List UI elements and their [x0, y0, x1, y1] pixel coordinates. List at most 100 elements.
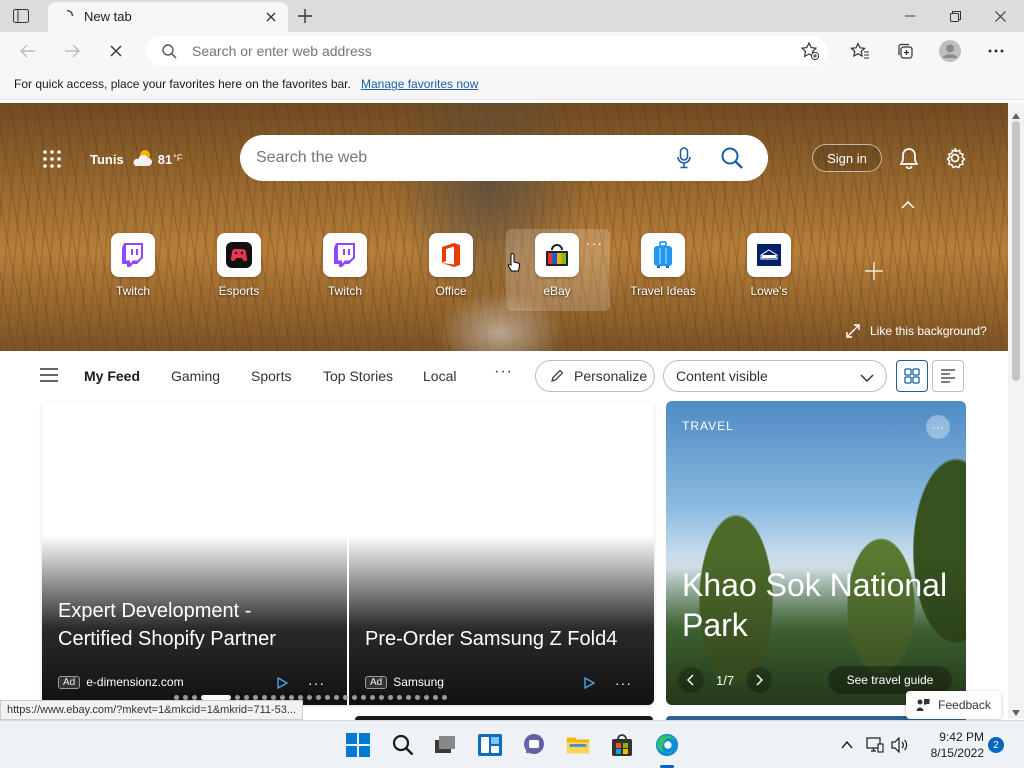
profile-avatar-icon[interactable]: [938, 39, 962, 63]
web-search-input[interactable]: [256, 135, 656, 181]
ad-more-options[interactable]: ···: [615, 675, 632, 691]
carousel-dot[interactable]: [235, 694, 240, 700]
adchoices-icon[interactable]: [583, 676, 596, 690]
tab-new-tab[interactable]: New tab: [48, 2, 288, 32]
carousel-dot[interactable]: [262, 694, 267, 700]
tab-gaming[interactable]: Gaming: [171, 368, 220, 384]
carousel-dot[interactable]: [406, 694, 411, 700]
web-search-box[interactable]: [240, 135, 768, 181]
close-window-icon[interactable]: [980, 4, 1020, 28]
microphone-icon[interactable]: [677, 147, 691, 172]
tab-actions-icon[interactable]: [10, 6, 32, 26]
search-submit-icon[interactable]: [720, 146, 744, 173]
volume-icon[interactable]: [891, 736, 909, 754]
task-view-icon[interactable]: [433, 733, 457, 757]
scroll-down-icon[interactable]: [1012, 704, 1020, 719]
feedback-button[interactable]: Feedback: [906, 691, 1001, 719]
close-tab-icon[interactable]: [262, 8, 280, 26]
carousel-dot[interactable]: [201, 694, 231, 700]
list-view-button[interactable]: [932, 360, 964, 392]
scroll-up-icon[interactable]: [1012, 107, 1020, 122]
microsoft-store-icon[interactable]: [610, 733, 634, 757]
carousel-dot[interactable]: [271, 694, 276, 700]
teams-chat-icon[interactable]: [522, 733, 546, 757]
carousel-dot[interactable]: [289, 694, 294, 700]
forward-icon[interactable]: [60, 39, 84, 63]
notification-count-badge[interactable]: 2: [988, 737, 1004, 753]
carousel-dot[interactable]: [388, 694, 393, 700]
restore-icon[interactable]: [935, 4, 975, 28]
personalize-button[interactable]: Personalize: [535, 360, 655, 392]
carousel-dot[interactable]: [343, 694, 348, 700]
carousel-dot[interactable]: [397, 694, 402, 700]
ad-shopify-partner[interactable]: Expert Development - Certified Shopify P…: [42, 401, 348, 705]
settings-more-icon[interactable]: [984, 39, 1008, 63]
quick-link-office[interactable]: Office: [406, 233, 496, 298]
page-settings-gear-icon[interactable]: [944, 147, 966, 172]
taskbar-clock[interactable]: 9:42 PM 8/15/2022: [914, 729, 984, 761]
edge-browser-icon[interactable]: [655, 733, 679, 757]
tab-local[interactable]: Local: [423, 368, 456, 384]
carousel-dot[interactable]: [379, 694, 384, 700]
collapse-chevron-up-icon[interactable]: [901, 197, 915, 212]
show-hidden-icons-chevron-icon[interactable]: [838, 736, 856, 754]
tab-top-stories[interactable]: Top Stories: [323, 368, 393, 384]
carousel-dot[interactable]: [370, 694, 375, 700]
grid-view-button[interactable]: [896, 360, 928, 392]
carousel-dot[interactable]: [352, 694, 357, 700]
quick-link-twitch-2[interactable]: Twitch: [300, 233, 390, 298]
carousel-dot[interactable]: [244, 694, 249, 700]
carousel-dot[interactable]: [307, 694, 312, 700]
stop-loading-icon[interactable]: [104, 39, 128, 63]
quick-link-more-options[interactable]: ···: [586, 235, 603, 251]
more-tabs-button[interactable]: ···: [494, 363, 513, 381]
widgets-icon[interactable]: [478, 733, 502, 757]
minimize-icon[interactable]: [890, 4, 930, 28]
feed-menu-icon[interactable]: [40, 368, 58, 385]
see-travel-guide-button[interactable]: See travel guide: [828, 666, 952, 694]
carousel-dot[interactable]: [325, 694, 330, 700]
taskbar-search-icon[interactable]: [391, 733, 415, 757]
file-explorer-icon[interactable]: [566, 733, 590, 757]
collections-icon[interactable]: [893, 39, 917, 63]
like-background-link[interactable]: Like this background?: [846, 324, 987, 338]
weather-widget[interactable]: Tunis 81 °F: [90, 149, 182, 170]
address-input[interactable]: [192, 36, 772, 66]
chevron-right-icon[interactable]: [746, 667, 773, 693]
quick-link-esports[interactable]: Esports: [194, 233, 284, 298]
add-quick-link-icon[interactable]: [863, 260, 885, 285]
carousel-dot[interactable]: [316, 694, 321, 700]
scrollbar-thumb[interactable]: [1012, 121, 1020, 381]
quick-link-twitch[interactable]: Twitch: [88, 233, 178, 298]
favorites-icon[interactable]: [848, 39, 872, 63]
tab-sports[interactable]: Sports: [251, 368, 291, 384]
chevron-left-icon[interactable]: [678, 667, 704, 693]
carousel-dot[interactable]: [280, 694, 285, 700]
ad-samsung-fold4[interactable]: Pre-Order Samsung Z Fold4 Ad Samsung ···: [349, 401, 654, 705]
address-bar[interactable]: [146, 36, 828, 66]
carousel-dot[interactable]: [334, 694, 339, 700]
carousel-dot[interactable]: [433, 694, 438, 700]
carousel-dot[interactable]: [298, 694, 303, 700]
notifications-bell-icon[interactable]: [899, 147, 919, 172]
carousel-dot[interactable]: [183, 694, 188, 700]
new-tab-icon[interactable]: [294, 5, 316, 27]
carousel-dot[interactable]: [192, 694, 197, 700]
windows-start-icon[interactable]: [346, 733, 370, 757]
tab-my-feed[interactable]: My Feed: [84, 368, 140, 384]
carousel-dot[interactable]: [424, 694, 429, 700]
carousel-dot[interactable]: [361, 694, 366, 700]
carousel-dot[interactable]: [415, 694, 420, 700]
sign-in-button[interactable]: Sign in: [812, 144, 882, 172]
carousel-dot[interactable]: [442, 694, 447, 700]
add-favorite-icon[interactable]: [800, 41, 820, 64]
ad-more-options[interactable]: ···: [308, 675, 325, 691]
adchoices-icon[interactable]: [276, 676, 289, 690]
travel-card[interactable]: TRAVEL ··· Khao Sok National Park 1/7 Se…: [666, 401, 966, 705]
content-visibility-dropdown[interactable]: Content visible: [663, 360, 887, 392]
network-icon[interactable]: [866, 736, 884, 754]
back-icon[interactable]: [16, 39, 40, 63]
app-launcher-icon[interactable]: [42, 149, 62, 169]
carousel-dot[interactable]: [174, 694, 179, 700]
travel-more-options[interactable]: ···: [926, 415, 950, 439]
